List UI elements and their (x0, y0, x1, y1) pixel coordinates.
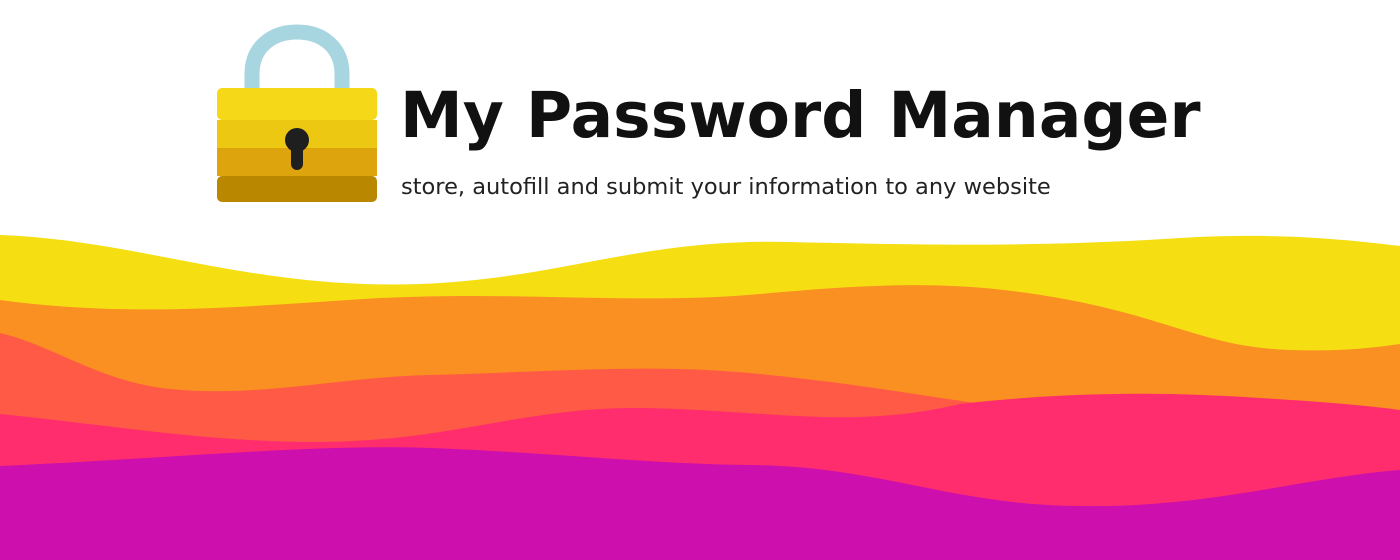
banner: My Password Manager store, autofill and … (0, 0, 1400, 560)
padlock-body-bottom (217, 176, 377, 202)
app-title: My Password Manager (400, 79, 1201, 152)
padlock-shackle (244, 24, 350, 102)
padlock-body-top (217, 88, 377, 120)
app-subtitle: store, autofill and submit your informat… (401, 174, 1051, 200)
padlock-icon (217, 24, 377, 202)
